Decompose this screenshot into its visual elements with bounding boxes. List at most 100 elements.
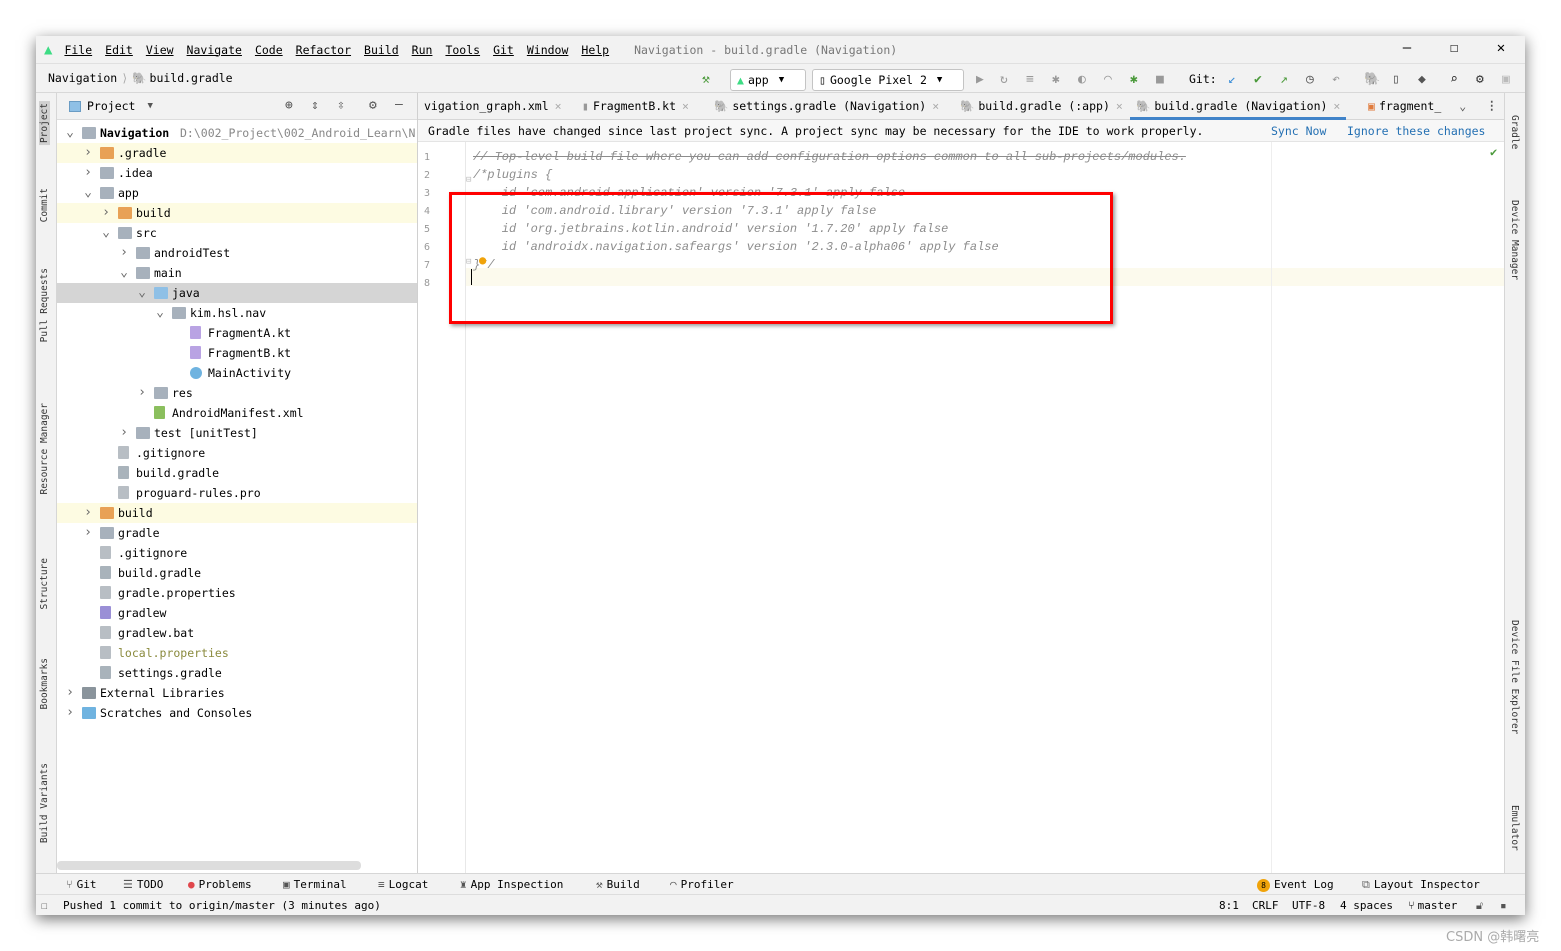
stop-icon[interactable]: ■ bbox=[1156, 72, 1164, 87]
layout-inspector-button[interactable]: ⧉ Layout Inspector bbox=[1362, 878, 1480, 892]
tool-window-bookmarks[interactable]: Bookmarks bbox=[39, 658, 50, 709]
chevron-right-icon[interactable]: › bbox=[64, 703, 76, 723]
git-update-icon[interactable]: ↙ bbox=[1228, 72, 1236, 87]
chevron-right-icon[interactable]: › bbox=[82, 163, 94, 183]
collapse-all-icon[interactable]: ⇳ bbox=[337, 98, 345, 113]
chevron-right-icon[interactable]: › bbox=[118, 243, 130, 263]
tree-item[interactable]: AndroidManifest.xml bbox=[57, 403, 417, 423]
tool-window-commit[interactable]: Commit bbox=[39, 188, 50, 222]
tool-window-structure[interactable]: Structure bbox=[39, 558, 50, 609]
event-log-button[interactable]: 8 Event Log bbox=[1257, 878, 1334, 892]
device-select[interactable]: ▯ Google Pixel 2 ▼ bbox=[812, 69, 964, 91]
tree-item[interactable]: › build bbox=[57, 503, 417, 523]
apply-changes-icon[interactable]: ↻ bbox=[1000, 72, 1008, 87]
menu-window[interactable]: Window bbox=[527, 43, 569, 57]
tool-build[interactable]: ⚒ Build bbox=[596, 878, 640, 891]
project-view-select[interactable]: Project bbox=[87, 99, 135, 113]
tree-item[interactable]: FragmentA.kt bbox=[57, 323, 417, 343]
tree-item[interactable]: › Scratches and Consoles bbox=[57, 703, 417, 723]
tree-item[interactable]: › .gradle bbox=[57, 143, 417, 163]
tool-window-resource-manager[interactable]: Resource Manager bbox=[39, 403, 50, 495]
debug-icon[interactable]: ✱ bbox=[1052, 72, 1060, 87]
chevron-down-icon[interactable]: ⌄ bbox=[64, 123, 76, 143]
tree-item[interactable]: MainActivity bbox=[57, 363, 417, 383]
chevron-right-icon[interactable]: › bbox=[82, 143, 94, 163]
tree-item[interactable]: proguard-rules.pro bbox=[57, 483, 417, 503]
tool-terminal[interactable]: ▣ Terminal bbox=[283, 878, 347, 891]
tree-item[interactable]: › .idea bbox=[57, 163, 417, 183]
tree-item[interactable]: ⌄ kim.hsl.nav bbox=[57, 303, 417, 323]
menu-help[interactable]: Help bbox=[581, 43, 609, 57]
tree-item[interactable]: build.gradle bbox=[57, 563, 417, 583]
chevron-right-icon[interactable]: › bbox=[100, 203, 112, 223]
fold-icon[interactable]: ⊟ bbox=[466, 175, 471, 185]
gear-icon[interactable]: ⚙ bbox=[369, 98, 377, 113]
menu-tools[interactable]: Tools bbox=[445, 43, 480, 57]
tool-profiler[interactable]: ◠ Profiler bbox=[670, 878, 734, 891]
menu-code[interactable]: Code bbox=[255, 43, 283, 57]
menu-navigate[interactable]: Navigate bbox=[187, 43, 242, 57]
tool-todo[interactable]: ☰ TODO bbox=[123, 878, 163, 891]
tree-item[interactable]: build.gradle bbox=[57, 463, 417, 483]
notifications-icon[interactable]: ▪ bbox=[1500, 899, 1507, 912]
tree-item[interactable]: › test [unitTest] bbox=[57, 423, 417, 443]
sdk-manager-icon[interactable]: ◆ bbox=[1418, 72, 1426, 87]
tree-item[interactable]: local.properties bbox=[57, 643, 417, 663]
chevron-down-icon[interactable]: ⌄ bbox=[82, 183, 94, 203]
chevron-down-icon[interactable]: ⌄ bbox=[118, 263, 130, 283]
locate-icon[interactable]: ⊕ bbox=[285, 98, 293, 113]
lock-icon[interactable]: 🔓︎ bbox=[1476, 899, 1483, 913]
status-message[interactable]: Pushed 1 commit to origin/master (3 minu… bbox=[63, 899, 381, 912]
menu-edit[interactable]: Edit bbox=[105, 43, 133, 57]
menu-file[interactable]: File bbox=[64, 43, 92, 57]
tree-item[interactable]: .gitignore bbox=[57, 543, 417, 563]
minimize-button[interactable]: — bbox=[1384, 40, 1430, 56]
git-branch[interactable]: ⑂ master bbox=[1408, 899, 1457, 912]
menu-refactor[interactable]: Refactor bbox=[296, 43, 351, 57]
line-separator[interactable]: CRLF bbox=[1252, 899, 1279, 912]
chevron-down-icon[interactable]: ⌄ bbox=[154, 303, 166, 323]
tool-window-build-variants[interactable]: Build Variants bbox=[39, 763, 50, 843]
menu-build[interactable]: Build bbox=[364, 43, 399, 57]
tree-item[interactable]: › res bbox=[57, 383, 417, 403]
tool-problems[interactable]: ● Problems bbox=[188, 878, 252, 891]
tree-item[interactable]: ⌄ src bbox=[57, 223, 417, 243]
hide-panel-icon[interactable]: — bbox=[395, 97, 403, 112]
horizontal-scrollbar[interactable] bbox=[57, 861, 361, 870]
device-manager-icon[interactable]: ▯ bbox=[1392, 72, 1400, 87]
breadcrumb-file[interactable]: build.gradle bbox=[150, 71, 233, 85]
maximize-button[interactable]: ☐ bbox=[1431, 40, 1477, 56]
tree-item[interactable]: ⌄ app bbox=[57, 183, 417, 203]
breadcrumb-project[interactable]: Navigation bbox=[48, 71, 117, 85]
tool-window-gradle[interactable]: Gradle bbox=[1509, 115, 1520, 149]
search-icon[interactable]: ⌕ bbox=[1450, 72, 1458, 87]
tool-window-device-file-explorer[interactable]: Device File Explorer bbox=[1509, 620, 1520, 734]
tool-window-pull-requests[interactable]: Pull Requests bbox=[39, 268, 50, 342]
chevron-right-icon[interactable]: › bbox=[82, 503, 94, 523]
tool-app-inspection[interactable]: ♜ App Inspection bbox=[460, 878, 563, 891]
tool-window-emulator[interactable]: Emulator bbox=[1509, 805, 1520, 851]
chevron-right-icon[interactable]: › bbox=[82, 523, 94, 543]
menu-git[interactable]: Git bbox=[493, 43, 514, 57]
tree-item[interactable]: gradlew.bat bbox=[57, 623, 417, 643]
menu-view[interactable]: View bbox=[146, 43, 174, 57]
chevron-down-icon[interactable]: ⌄ bbox=[100, 223, 112, 243]
chevron-right-icon[interactable]: › bbox=[118, 423, 130, 443]
menu-run[interactable]: Run bbox=[412, 43, 433, 57]
tree-item[interactable]: › External Libraries bbox=[57, 683, 417, 703]
attach-debugger-icon[interactable]: ✱ bbox=[1130, 72, 1138, 87]
git-push-icon[interactable]: ↗ bbox=[1280, 72, 1288, 87]
rollback-icon[interactable]: ↶ bbox=[1332, 72, 1340, 87]
tool-window-device-manager[interactable]: Device Manager bbox=[1509, 200, 1520, 280]
chevron-right-icon[interactable]: › bbox=[136, 383, 148, 403]
chevron-down-icon[interactable]: ⌄ bbox=[136, 283, 148, 303]
chevron-right-icon[interactable]: › bbox=[64, 683, 76, 703]
run-icon[interactable]: ▶ bbox=[976, 72, 984, 87]
tree-item[interactable]: › androidTest bbox=[57, 243, 417, 263]
tree-item[interactable]: ⌄ main bbox=[57, 263, 417, 283]
indent-setting[interactable]: 4 spaces bbox=[1340, 899, 1393, 912]
tool-logcat[interactable]: ≡ Logcat bbox=[378, 878, 428, 891]
git-commit-icon[interactable]: ✔ bbox=[1254, 72, 1262, 87]
history-icon[interactable]: ◷ bbox=[1306, 72, 1314, 87]
coverage-icon[interactable]: ◐ bbox=[1078, 72, 1086, 87]
